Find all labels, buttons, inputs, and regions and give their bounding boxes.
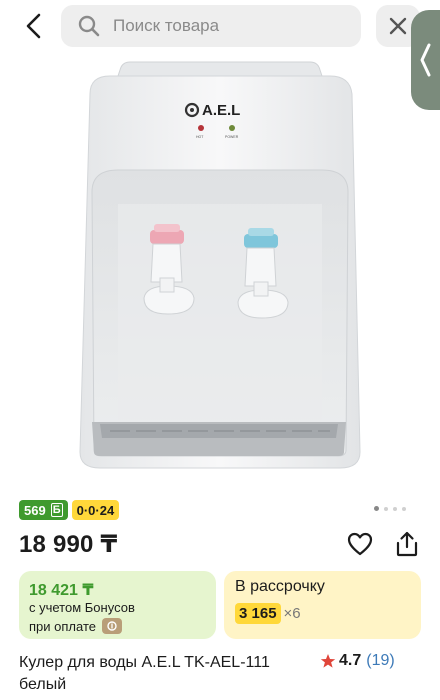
heart-icon: [347, 532, 373, 556]
promo-badges: 569 Б 0·0·24: [19, 500, 120, 520]
bonus-badge-value: 569: [24, 502, 46, 518]
share-icon: [396, 531, 418, 557]
bonus-price-card[interactable]: 18 421 ₸ с учетом Бонусов при оплате: [19, 571, 216, 639]
installment-badge: 0·0·24: [71, 500, 120, 520]
gallery-dot[interactable]: [402, 506, 406, 511]
search-input[interactable]: [113, 16, 333, 36]
bonus-badge: 569 Б: [19, 500, 68, 520]
product-rating[interactable]: 4.7 (19): [320, 652, 395, 670]
power-indicator-label: POWER: [225, 135, 239, 139]
installment-card[interactable]: В рассрочку 3 165 ×6: [224, 571, 421, 639]
product-title: Кулер для воды A.E.L TK-AEL-111 белый: [19, 654, 270, 693]
brand-label: A.E.L: [202, 102, 240, 119]
back-button[interactable]: [18, 10, 50, 42]
reviews-count-link[interactable]: (19): [366, 652, 394, 670]
hot-indicator-label: HOT: [196, 135, 204, 139]
gallery-dot[interactable]: [384, 506, 388, 511]
bonus-note-line2-text: при оплате: [29, 618, 96, 634]
favorite-button[interactable]: [346, 530, 374, 558]
product-price: 18 990 ₸: [19, 531, 118, 558]
product-image[interactable]: A.E.L HOT POWER: [0, 52, 440, 492]
installment-amount: 3 165: [235, 603, 281, 624]
bonus-symbol: Б: [50, 503, 63, 517]
installment-row: 3 165 ×6: [235, 603, 301, 624]
close-icon: [389, 17, 407, 35]
installment-title: В рассрочку: [235, 578, 325, 595]
star-icon: [320, 653, 336, 669]
rating-value: 4.7: [339, 652, 362, 669]
search-bar[interactable]: [61, 5, 361, 47]
search-icon: [77, 14, 101, 38]
gallery-dot[interactable]: [393, 506, 397, 511]
bonus-note-line2: при оплате: [29, 618, 122, 634]
wallet-icon: [101, 618, 122, 634]
installment-multiplier: ×6: [283, 605, 301, 622]
share-button[interactable]: [393, 530, 421, 558]
bonus-price: 18 421 ₸: [29, 582, 94, 599]
gallery-dot-active[interactable]: [374, 506, 379, 511]
chevron-left-icon: [26, 13, 41, 39]
bonus-note-line1: с учетом Бонусов: [29, 600, 135, 615]
top-bar: [0, 0, 440, 110]
gallery-pagination[interactable]: [374, 506, 406, 511]
